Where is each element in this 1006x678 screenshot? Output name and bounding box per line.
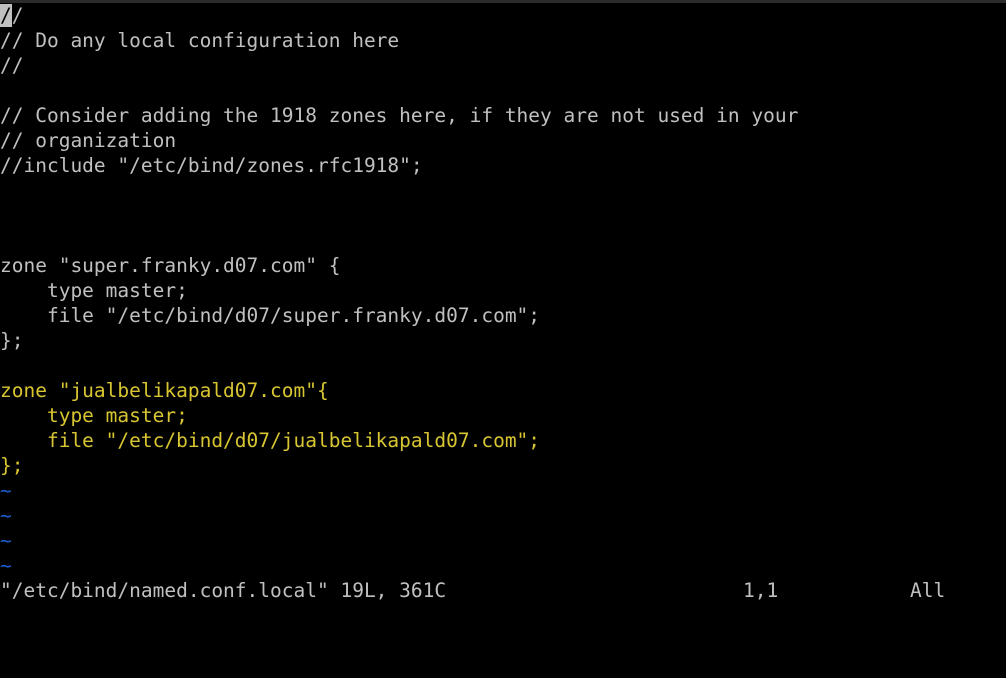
- buffer-line-9[interactable]: [0, 203, 1006, 228]
- buffer-line-2[interactable]: // Do any local configuration here: [0, 28, 1006, 53]
- status-file-info: "/etc/bind/named.conf.local" 19L, 361C: [0, 579, 447, 602]
- buffer-line-1[interactable]: //: [0, 3, 1006, 28]
- status-view-position: All: [910, 579, 946, 602]
- buffer-line-11[interactable]: zone "super.franky.d07.com" {: [0, 253, 1006, 278]
- buffer-line-1-rest: /: [11, 4, 24, 27]
- buffer-line-18[interactable]: file "/etc/bind/d07/jualbelikapald07.com…: [0, 428, 1006, 453]
- buffer-line-5[interactable]: // Consider adding the 1918 zones here, …: [0, 103, 1006, 128]
- buffer-line-12[interactable]: type master;: [0, 278, 1006, 303]
- buffer-line-13[interactable]: file "/etc/bind/d07/super.franky.d07.com…: [0, 303, 1006, 328]
- buffer-line-15[interactable]: [0, 353, 1006, 378]
- buffer-line-16[interactable]: zone "jualbelikapald07.com"{: [0, 378, 1006, 403]
- buffer-line-6[interactable]: // organization: [0, 128, 1006, 153]
- vim-editor-buffer[interactable]: // // Do any local configuration here //…: [0, 3, 1006, 578]
- buffer-line-17[interactable]: type master;: [0, 403, 1006, 428]
- empty-line-marker: ~: [0, 504, 12, 527]
- buffer-line-8[interactable]: [0, 178, 1006, 203]
- empty-line-marker: ~: [0, 554, 12, 577]
- buffer-line-3[interactable]: //: [0, 53, 1006, 78]
- status-cursor-position: 1,1: [743, 579, 779, 602]
- text-cursor: /: [0, 4, 12, 27]
- empty-line-marker: ~: [0, 479, 12, 502]
- buffer-line-10[interactable]: [0, 228, 1006, 253]
- vim-status-line: "/etc/bind/named.conf.local" 19L, 361C 1…: [0, 578, 1006, 603]
- buffer-line-14[interactable]: };: [0, 328, 1006, 353]
- buffer-line-7[interactable]: //include "/etc/bind/zones.rfc1918";: [0, 153, 1006, 178]
- buffer-line-4[interactable]: [0, 78, 1006, 103]
- empty-line-marker: ~: [0, 529, 12, 552]
- buffer-line-19[interactable]: };: [0, 453, 1006, 478]
